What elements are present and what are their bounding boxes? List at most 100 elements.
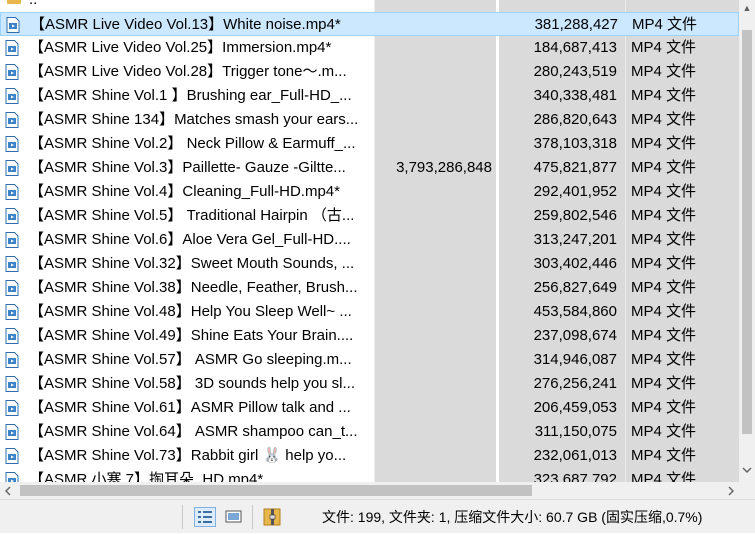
file-row[interactable]: 【ASMR Shine Vol.38】Needle, Feather, Brus…: [0, 276, 739, 300]
status-summary: 文件: 199, 文件夹: 1, 压缩文件大小: 60.7 GB (固实压缩,0…: [322, 509, 703, 525]
file-row[interactable]: 【ASMR Shine Vol.49】Shine Eats Your Brain…: [0, 324, 739, 348]
video-file-icon: [5, 232, 19, 248]
video-file-icon: [5, 208, 19, 224]
vertical-scrollbar[interactable]: ▲: [739, 0, 755, 482]
file-type: MP4 文件: [631, 303, 697, 320]
parent-folder-label: ..: [29, 0, 374, 12]
details-view-icon: [198, 511, 212, 523]
file-type: MP4 文件: [631, 471, 697, 482]
video-file-icon: [5, 160, 19, 176]
file-type: MP4 文件: [631, 111, 697, 128]
file-size: 381,288,427: [534, 16, 618, 33]
file-size: 276,256,241: [533, 375, 617, 392]
file-row[interactable]: 【ASMR 小寒 7】掏耳朵_HD.mp4* 323,687,792 MP4 文件: [0, 468, 739, 482]
horizontal-scrollbar[interactable]: [0, 482, 739, 499]
file-row[interactable]: 【ASMR Live Video Vol.28】Trigger tone～.m.…: [0, 60, 739, 84]
file-type: MP4 文件: [631, 327, 697, 344]
file-type: MP4 文件: [631, 399, 697, 416]
file-size: 303,402,446: [533, 255, 617, 272]
status-bar: 文件: 199, 文件夹: 1, 压缩文件大小: 60.7 GB (固实压缩,0…: [0, 499, 755, 533]
video-file-icon: [5, 448, 19, 464]
file-list: .. 【ASMR Live Video Vol.13】White noise.m…: [0, 0, 739, 482]
scroll-down-arrow-icon[interactable]: [739, 462, 755, 478]
preview-view-icon: [225, 510, 242, 523]
file-size: 286,820,643: [533, 111, 617, 128]
file-row[interactable]: 【ASMR Shine Vol.64】 ASMR shampoo can_t..…: [0, 420, 739, 444]
file-name: 【ASMR 小寒 7】掏耳朵_HD.mp4*: [29, 471, 264, 482]
archive-info-button[interactable]: [261, 507, 283, 527]
file-row[interactable]: 【ASMR Shine 134】Matches smash your ears.…: [0, 108, 739, 132]
file-size: 259,802,546: [533, 207, 617, 224]
file-row[interactable]: 【ASMR Shine Vol.48】Help You Sleep Well~ …: [0, 300, 739, 324]
file-size: 292,401,952: [533, 183, 617, 200]
file-type: MP4 文件: [631, 63, 697, 80]
video-file-icon: [5, 256, 19, 272]
file-row[interactable]: 【ASMR Shine Vol.6】Aloe Vera Gel_Full-HD.…: [0, 228, 739, 252]
status-separator: [182, 505, 183, 529]
status-separator: [252, 505, 253, 529]
file-name: 【ASMR Live Video Vol.25】Immersion.mp4*: [29, 39, 332, 56]
vertical-scroll-thumb[interactable]: [742, 30, 752, 434]
video-file-icon: [5, 328, 19, 344]
folder-icon: [7, 0, 21, 4]
video-file-icon: [5, 424, 19, 440]
file-type: MP4 文件: [631, 279, 697, 296]
file-row[interactable]: 【ASMR Shine Vol.4】Cleaning_Full-HD.mp4* 2…: [0, 180, 739, 204]
file-size: 378,103,318: [533, 135, 617, 152]
file-size: 280,243,519: [533, 63, 617, 80]
video-file-icon: [5, 184, 19, 200]
preview-view-button[interactable]: [223, 507, 245, 527]
file-size: 323,687,792: [533, 471, 617, 482]
file-row[interactable]: 【ASMR Live Video Vol.25】Immersion.mp4* 18…: [0, 36, 739, 60]
file-row[interactable]: 【ASMR Shine Vol.61】ASMR Pillow talk and …: [0, 396, 739, 420]
file-name: 【ASMR Shine Vol.3】Paillette- Gauze -Gilt…: [29, 159, 346, 176]
file-size: 314,946,087: [533, 351, 617, 368]
video-file-icon: [5, 304, 19, 320]
file-size: 340,338,481: [533, 87, 617, 104]
file-name: 【ASMR Shine Vol.2】 Neck Pillow & Earmuff…: [29, 135, 356, 152]
parent-folder-row[interactable]: ..: [0, 0, 739, 12]
horizontal-scroll-thumb[interactable]: [20, 485, 532, 496]
file-name: 【ASMR Shine Vol.1 】Brushing ear_Full-HD_…: [29, 87, 352, 104]
details-view-button[interactable]: [194, 507, 216, 527]
file-type: MP4 文件: [631, 159, 697, 176]
scroll-left-arrow-icon[interactable]: [0, 482, 17, 499]
file-row[interactable]: 【ASMR Shine Vol.58】 3D sounds help you s…: [0, 372, 739, 396]
file-type: MP4 文件: [631, 183, 697, 200]
file-size: 206,459,053: [533, 399, 617, 416]
file-row[interactable]: 【ASMR Shine Vol.57】 ASMR Go sleeping.m..…: [0, 348, 739, 372]
scroll-right-arrow-icon[interactable]: [722, 482, 739, 499]
file-type: MP4 文件: [631, 231, 697, 248]
file-name: 【ASMR Shine Vol.64】 ASMR shampoo can_t..…: [29, 423, 358, 440]
file-name: 【ASMR Live Video Vol.28】Trigger tone～.m.…: [29, 63, 347, 80]
file-size: 311,150,075: [534, 423, 617, 440]
video-file-icon: [5, 136, 19, 152]
file-row[interactable]: 【ASMR Shine Vol.1 】Brushing ear_Full-HD_…: [0, 84, 739, 108]
file-row[interactable]: 【ASMR Shine Vol.32】Sweet Mouth Sounds, .…: [0, 252, 739, 276]
file-name: 【ASMR Shine Vol.57】 ASMR Go sleeping.m..…: [29, 351, 352, 368]
file-size: 184,687,413: [533, 39, 617, 56]
file-type: MP4 文件: [631, 87, 697, 104]
video-file-icon: [5, 400, 19, 416]
video-file-icon: [5, 352, 19, 368]
video-file-icon: [5, 280, 19, 296]
file-row[interactable]: 【ASMR Shine Vol.3】Paillette- Gauze -Gilt…: [0, 156, 739, 180]
file-name: 【ASMR Shine Vol.48】Help You Sleep Well~ …: [29, 303, 352, 320]
file-size: 232,061,013: [533, 447, 617, 464]
file-type: MP4 文件: [631, 447, 697, 464]
file-name: 【ASMR Shine Vol.73】Rabbit girl 🐰 help yo…: [29, 447, 347, 464]
file-name: 【ASMR Shine Vol.4】Cleaning_Full-HD.mp4*: [29, 183, 340, 200]
file-name: 【ASMR Shine Vol.61】ASMR Pillow talk and …: [29, 399, 351, 416]
file-row[interactable]: 【ASMR Shine Vol.73】Rabbit girl 🐰 help yo…: [0, 444, 739, 468]
file-size: 313,247,201: [533, 231, 617, 248]
file-type: MP4 文件: [631, 423, 697, 440]
file-row[interactable]: 【ASMR Shine Vol.2】 Neck Pillow & Earmuff…: [0, 132, 739, 156]
file-size: 453,584,860: [533, 303, 617, 320]
scroll-up-arrow-icon[interactable]: ▲: [739, 0, 755, 16]
file-name: 【ASMR Shine Vol.5】 Traditional Hairpin （…: [29, 207, 355, 224]
video-file-icon: [5, 112, 19, 128]
file-row[interactable]: 【ASMR Live Video Vol.13】White noise.mp4*…: [0, 12, 739, 36]
video-file-icon: [6, 17, 20, 33]
file-type: MP4 文件: [631, 255, 697, 272]
file-row[interactable]: 【ASMR Shine Vol.5】 Traditional Hairpin （…: [0, 204, 739, 228]
